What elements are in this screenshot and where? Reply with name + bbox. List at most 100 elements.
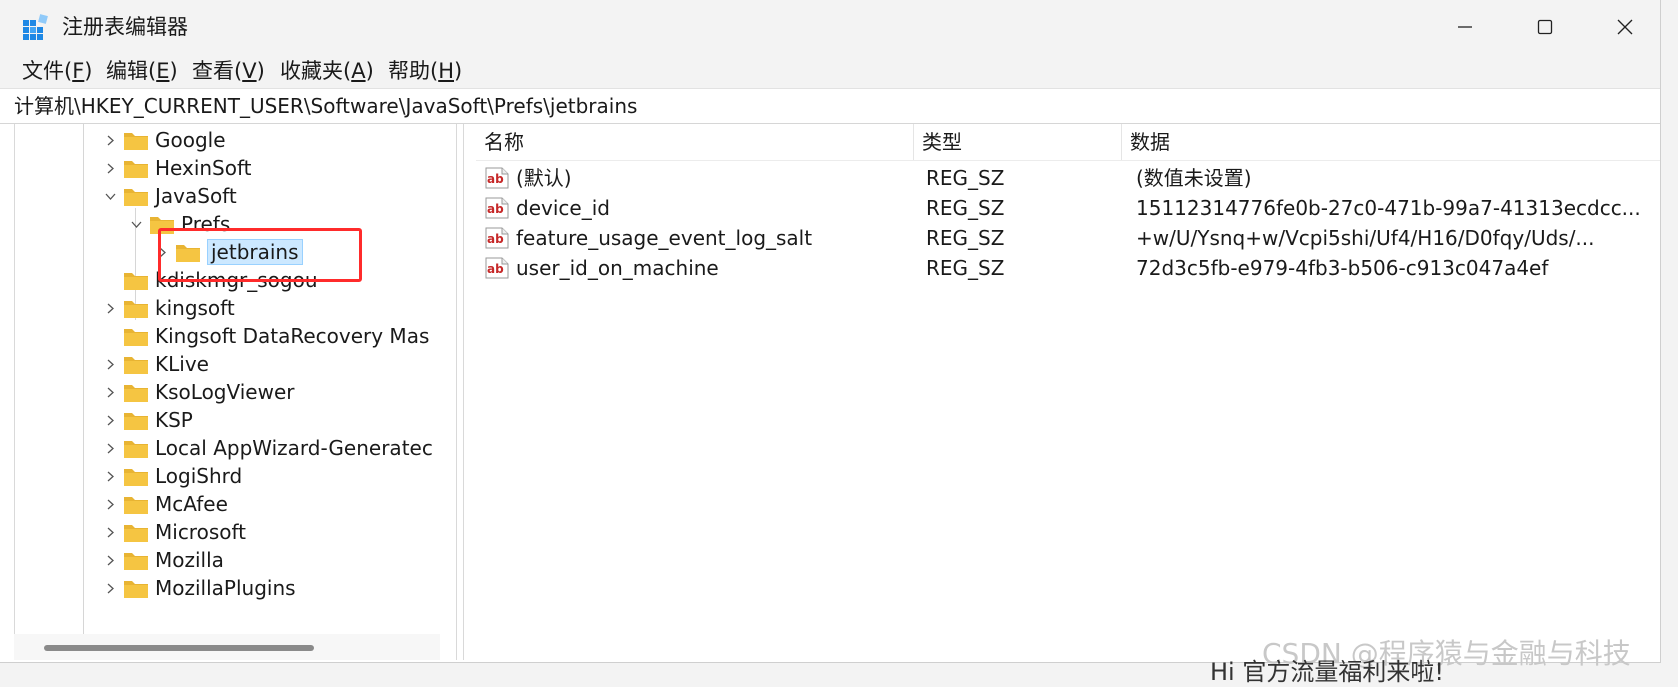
tree-node[interactable]: Google bbox=[101, 125, 226, 155]
tree-node[interactable]: KLive bbox=[101, 349, 209, 379]
tree-node[interactable]: kingsoft bbox=[101, 293, 235, 323]
address-bar[interactable]: 计算机\HKEY_CURRENT_USER\Software\JavaSoft\… bbox=[0, 88, 1660, 124]
folder-icon bbox=[124, 413, 148, 430]
tree-expander[interactable] bbox=[101, 433, 119, 463]
folder-icon bbox=[124, 133, 148, 150]
tree-expander[interactable] bbox=[101, 489, 119, 519]
tree-expander[interactable] bbox=[101, 153, 119, 183]
tree-node-label: Mozilla bbox=[155, 548, 224, 572]
title-bar[interactable]: 注册表编辑器 bbox=[0, 0, 1660, 54]
tree-expander[interactable] bbox=[101, 573, 119, 603]
tree-node-label: HexinSoft bbox=[155, 156, 252, 180]
value-row[interactable]: ab device_id REG_SZ 15112314776fe0b-27c0-47… bbox=[476, 192, 1660, 224]
tree-node-label: JavaSoft bbox=[155, 184, 237, 208]
svg-text:ab: ab bbox=[487, 262, 504, 276]
key-tree-pane[interactable]: Google HexinSoft JavaSoft Prefs jetbrains kdi… bbox=[14, 124, 441, 634]
svg-text:ab: ab bbox=[487, 232, 504, 246]
value-data: (数值未设置) bbox=[1136, 166, 1252, 190]
string-value-icon: ab bbox=[485, 197, 509, 219]
menu-file[interactable]: 文件(F) bbox=[22, 56, 93, 86]
tree-node[interactable]: MozillaPlugins bbox=[101, 573, 296, 603]
tree-expander[interactable] bbox=[101, 517, 119, 547]
menu-edit[interactable]: 编辑(E) bbox=[106, 56, 178, 86]
folder-icon bbox=[124, 329, 148, 346]
value-name: feature_usage_event_log_salt bbox=[516, 226, 813, 250]
value-list-pane[interactable]: 名称 类型 数据 ab (默认) REG_SZ (数值未设置) ab device_id R… bbox=[476, 124, 1660, 660]
tree-expander[interactable] bbox=[127, 209, 145, 239]
address-path: 计算机\HKEY_CURRENT_USER\Software\JavaSoft\… bbox=[14, 94, 638, 118]
tree-node[interactable]: McAfee bbox=[101, 489, 228, 519]
tree-node[interactable]: LogiShrd bbox=[101, 461, 242, 491]
menu-file-accel: F bbox=[72, 59, 85, 83]
chevron-right-icon bbox=[107, 359, 114, 369]
folder-icon bbox=[124, 497, 148, 514]
tree-horizontal-scrollbar[interactable] bbox=[44, 645, 314, 651]
tree-node[interactable]: Mozilla bbox=[101, 545, 224, 575]
menu-favorites-label: 收藏夹( bbox=[280, 59, 352, 83]
tree-node-label: KSP bbox=[155, 408, 193, 432]
folder-icon bbox=[124, 301, 148, 318]
column-header-data[interactable]: 数据 bbox=[1122, 124, 1660, 160]
tree-node[interactable]: Microsoft bbox=[101, 517, 246, 547]
tree-node[interactable]: JavaSoft bbox=[101, 181, 237, 211]
tree-node-label: MozillaPlugins bbox=[155, 576, 296, 600]
chevron-down-icon bbox=[105, 193, 115, 200]
value-type: REG_SZ bbox=[926, 166, 1005, 190]
menu-help-accel: H bbox=[438, 59, 454, 83]
value-name: (默认) bbox=[516, 166, 572, 190]
close-button[interactable] bbox=[1586, 0, 1660, 54]
chevron-right-icon bbox=[107, 443, 114, 453]
menu-bar: 文件(F) 编辑(E) 查看(V) 收藏夹(A) 帮助(H) bbox=[0, 54, 1660, 88]
value-type: REG_SZ bbox=[926, 256, 1005, 280]
tree-node-label: Google bbox=[155, 128, 226, 152]
tree-expander[interactable] bbox=[101, 405, 119, 435]
value-data: 15112314776fe0b-27c0-471b-99a7-41313ecdc… bbox=[1136, 196, 1641, 220]
chevron-right-icon bbox=[107, 415, 114, 425]
tree-node[interactable]: HexinSoft bbox=[101, 153, 252, 183]
tree-expander[interactable] bbox=[101, 293, 119, 323]
tree-node-label: KLive bbox=[155, 352, 209, 376]
folder-icon bbox=[124, 581, 148, 598]
tree-expander[interactable] bbox=[101, 125, 119, 155]
folder-icon bbox=[124, 553, 148, 570]
svg-text:ab: ab bbox=[487, 202, 504, 216]
chevron-right-icon bbox=[107, 135, 114, 145]
tree-node[interactable]: KSP bbox=[101, 405, 193, 435]
menu-edit-paren: ) bbox=[169, 59, 178, 83]
column-header-type[interactable]: 类型 bbox=[914, 124, 1122, 160]
chevron-down-icon bbox=[131, 221, 141, 228]
menu-view[interactable]: 查看(V) bbox=[192, 56, 265, 86]
menu-view-label: 查看( bbox=[192, 59, 243, 83]
menu-favorites[interactable]: 收藏夹(A) bbox=[280, 56, 374, 86]
tree-node-label: Microsoft bbox=[155, 520, 247, 544]
chevron-right-icon bbox=[107, 527, 114, 537]
value-data: +w/U/Ysnq+w/Vcpi5shi/Uf4/H16/D0fqy/Uds/.… bbox=[1136, 226, 1595, 250]
tree-node[interactable]: Kingsoft DataRecovery Mas bbox=[101, 321, 429, 351]
tree-rows: Google HexinSoft JavaSoft Prefs jetbrains kdi… bbox=[15, 124, 441, 634]
tree-expander[interactable] bbox=[101, 349, 119, 379]
tree-expander[interactable] bbox=[101, 461, 119, 491]
menu-help-paren: ) bbox=[454, 59, 463, 83]
folder-icon bbox=[124, 357, 148, 374]
tree-expander[interactable] bbox=[101, 377, 119, 407]
value-row[interactable]: ab user_id_on_machine REG_SZ 72d3c5fb-e979-… bbox=[476, 252, 1660, 284]
minimize-button[interactable] bbox=[1426, 0, 1504, 54]
value-row[interactable]: ab (默认) REG_SZ (数值未设置) bbox=[476, 162, 1660, 194]
tree-node[interactable]: KsoLogViewer bbox=[101, 377, 294, 407]
tree-expander[interactable] bbox=[101, 545, 119, 575]
menu-help[interactable]: 帮助(H) bbox=[388, 56, 462, 86]
value-type: REG_SZ bbox=[926, 196, 1005, 220]
tree-expander[interactable] bbox=[101, 181, 119, 211]
tree-node[interactable]: Local AppWizard-Generatec bbox=[101, 433, 433, 463]
value-type: REG_SZ bbox=[926, 226, 1005, 250]
tree-horizontal-scrollbar-track[interactable] bbox=[14, 634, 440, 660]
maximize-button[interactable] bbox=[1506, 0, 1584, 54]
menu-edit-accel: E bbox=[156, 59, 170, 83]
chevron-right-icon bbox=[107, 499, 114, 509]
tree-node-label: LogiShrd bbox=[155, 464, 243, 488]
pane-splitter[interactable] bbox=[456, 124, 464, 660]
column-header-name[interactable]: 名称 bbox=[476, 124, 914, 160]
svg-text:ab: ab bbox=[487, 172, 504, 186]
value-row[interactable]: ab feature_usage_event_log_salt REG_SZ +w/U… bbox=[476, 222, 1660, 254]
tree-node-label: McAfee bbox=[155, 492, 228, 516]
